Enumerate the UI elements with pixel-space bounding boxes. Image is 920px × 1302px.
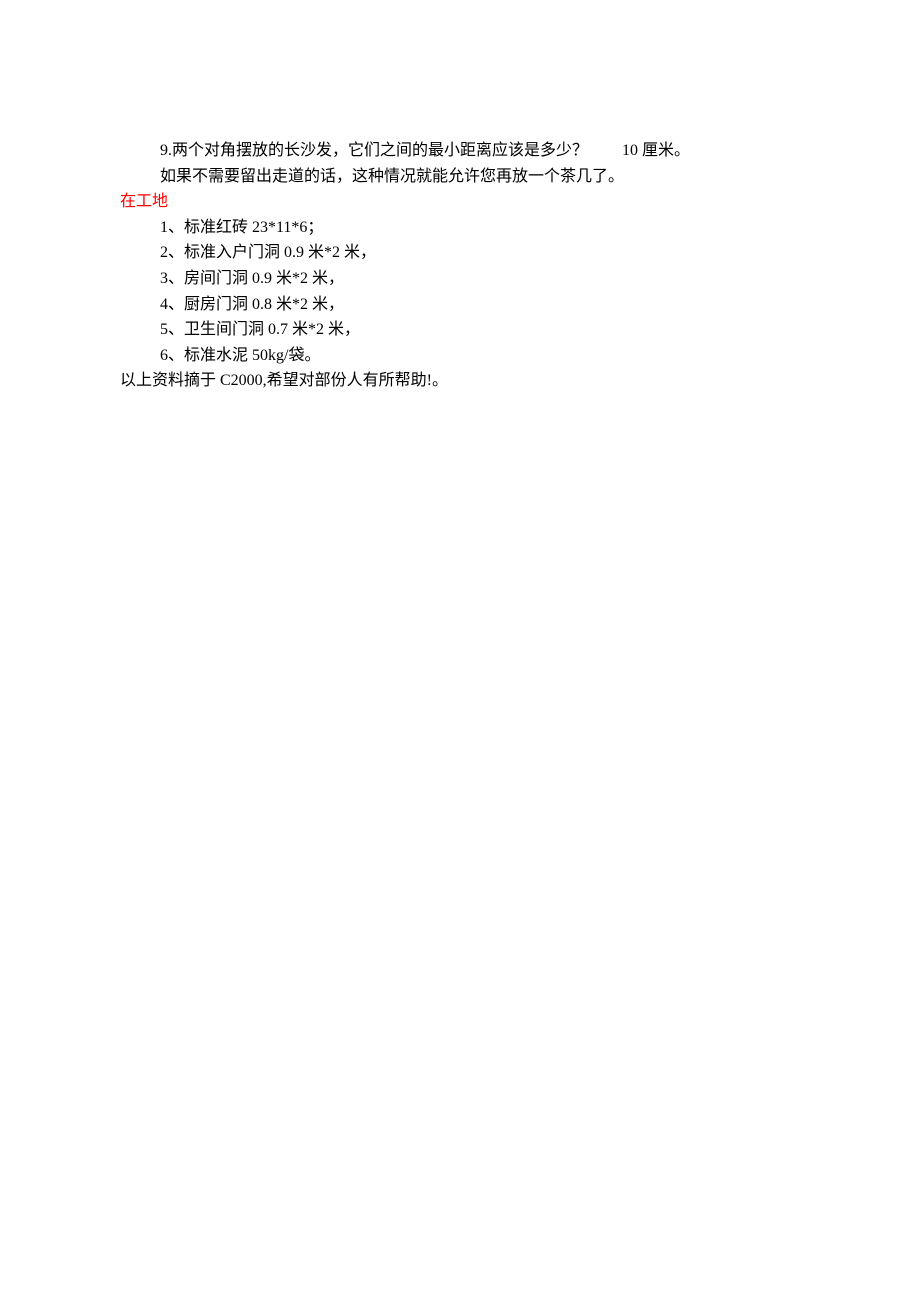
item-5: 5、卫生间门洞 0.7 米*2 米，: [120, 317, 800, 343]
footer-note: 以上资料摘于 C2000,希望对部份人有所帮助!。: [120, 368, 800, 394]
question-9: 9.两个对角摆放的长沙发，它们之间的最小距离应该是多少？ 10 厘米。: [120, 138, 800, 164]
item-1: 1、标准红砖 23*11*6；: [120, 215, 800, 241]
item-6: 6、标准水泥 50kg/袋。: [120, 343, 800, 369]
item-2: 2、标准入户门洞 0.9 米*2 米，: [120, 240, 800, 266]
section-heading: 在工地: [120, 189, 800, 215]
item-4: 4、厨房门洞 0.8 米*2 米，: [120, 292, 800, 318]
q9-text: 9.两个对角摆放的长沙发，它们之间的最小距离应该是多少？: [160, 142, 588, 159]
q9-note: 如果不需要留出走道的话，这种情况就能允许您再放一个茶几了。: [120, 164, 800, 190]
document-content: 9.两个对角摆放的长沙发，它们之间的最小距离应该是多少？ 10 厘米。 如果不需…: [0, 0, 920, 394]
item-3: 3、房间门洞 0.9 米*2 米，: [120, 266, 800, 292]
q9-answer: 10 厘米。: [592, 138, 690, 164]
